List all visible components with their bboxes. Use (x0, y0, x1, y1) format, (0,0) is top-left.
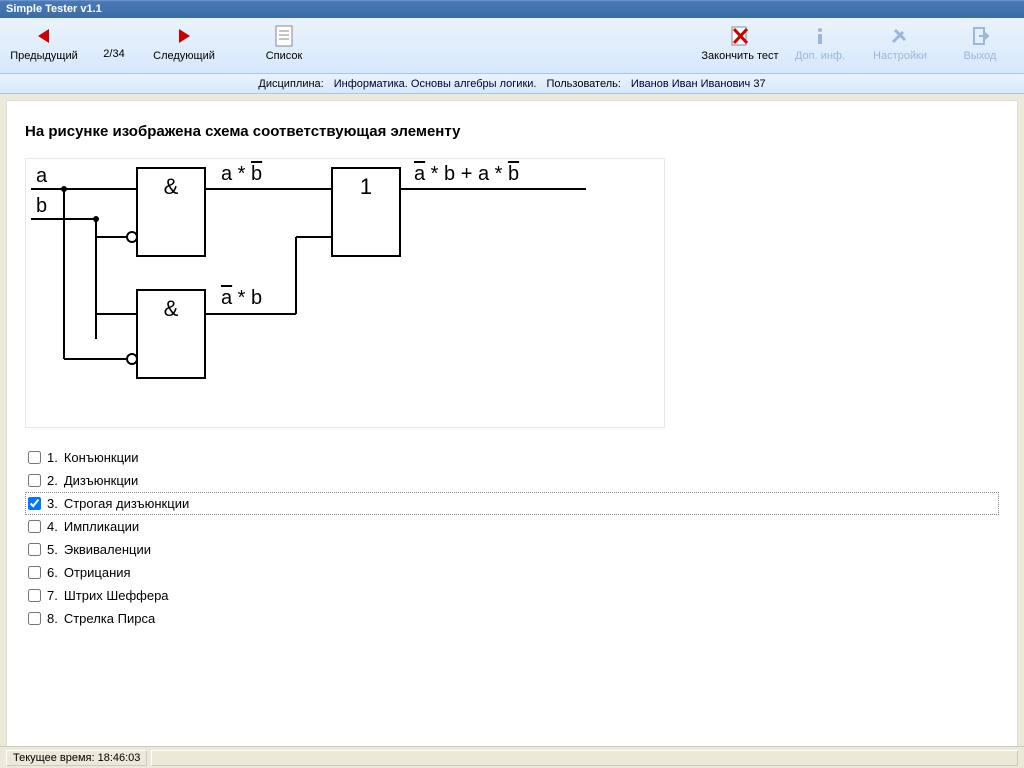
status-bar: Текущее время: 18:46:03 (0, 746, 1024, 768)
tools-icon (889, 24, 911, 48)
finish-button[interactable]: Закончить тест (700, 20, 780, 72)
answer-checkbox[interactable] (28, 566, 41, 579)
prev-label: Предыдущий (10, 50, 77, 62)
info-icon (810, 24, 830, 48)
discipline-label: Дисциплина: (258, 78, 323, 90)
answer-option-8[interactable]: 8. Стрелка Пирса (25, 607, 999, 630)
answer-checkbox[interactable] (28, 497, 41, 510)
answer-option-5[interactable]: 5. Эквиваленции (25, 538, 999, 561)
answer-option-3[interactable]: 3. Строгая дизъюнкции (25, 492, 999, 515)
answer-label: Импликации (64, 519, 139, 534)
next-label: Следующий (153, 50, 215, 62)
user-value: Иванов Иван Иванович 37 (631, 78, 766, 90)
info-button: Доп. инф. (780, 20, 860, 72)
answer-checkbox[interactable] (28, 474, 41, 487)
discipline-value: Информатика. Основы алгебры логики. (334, 78, 537, 90)
diagram-input-b: b (36, 195, 47, 218)
info-bar: Дисциплина: Информатика. Основы алгебры … (0, 74, 1024, 94)
arrow-right-icon (175, 24, 193, 48)
answer-number: 7. (47, 588, 58, 603)
answer-checkbox[interactable] (28, 589, 41, 602)
gate-or: 1 (331, 167, 401, 257)
exit-label: Выход (964, 50, 997, 62)
page-counter: 2/34 (84, 32, 144, 60)
answer-label: Строгая дизъюнкции (64, 496, 189, 511)
diagram-input-a: a (36, 165, 47, 188)
answer-option-2[interactable]: 2. Дизъюнкции (25, 469, 999, 492)
diagram-output: a * b + a * b (414, 163, 519, 186)
finish-label: Закончить тест (701, 50, 778, 62)
diagram-mid2: a * b (221, 287, 262, 310)
content-area: На рисунке изображена схема соответствую… (6, 100, 1018, 746)
prev-button[interactable]: Предыдущий (4, 20, 84, 72)
list-button[interactable]: Список (244, 20, 324, 72)
exit-icon (970, 24, 990, 48)
answers-list: 1. Конъюнкции 2. Дизъюнкции 3. Строгая дизъюн… (25, 446, 999, 630)
settings-button: Настройки (860, 20, 940, 72)
info-label: Доп. инф. (795, 50, 845, 62)
settings-label: Настройки (873, 50, 927, 62)
answer-label: Эквиваленции (64, 542, 151, 557)
gate-and-bottom: & (136, 289, 206, 379)
question-text: На рисунке изображена схема соответствую… (25, 123, 999, 140)
title-bar: Simple Tester v1.1 (0, 0, 1024, 18)
status-time: Текущее время: 18:46:03 (6, 750, 147, 766)
answer-option-1[interactable]: 1. Конъюнкции (25, 446, 999, 469)
arrow-left-icon (35, 24, 53, 48)
answer-checkbox[interactable] (28, 543, 41, 556)
list-icon (274, 24, 294, 48)
finish-icon (729, 24, 751, 48)
logic-diagram: a b & & 1 a * b a * b a * b + a * b (25, 158, 665, 428)
answer-option-6[interactable]: 6. Отрицания (25, 561, 999, 584)
answer-number: 4. (47, 519, 58, 534)
answer-checkbox[interactable] (28, 520, 41, 533)
answer-number: 2. (47, 473, 58, 488)
answer-option-4[interactable]: 4. Импликации (25, 515, 999, 538)
answer-number: 5. (47, 542, 58, 557)
answer-number: 8. (47, 611, 58, 626)
user-label: Пользователь: (546, 78, 620, 90)
next-button[interactable]: Следующий (144, 20, 224, 72)
list-label: Список (266, 50, 303, 62)
answer-label: Отрицания (64, 565, 131, 580)
exit-button: Выход (940, 20, 1020, 72)
answer-checkbox[interactable] (28, 612, 41, 625)
toolbar: Предыдущий 2/34 Следующий Список Закончи… (0, 18, 1024, 74)
diagram-mid1: a * b (221, 163, 262, 186)
gate-and-top: & (136, 167, 206, 257)
answer-label: Дизъюнкции (64, 473, 138, 488)
answer-label: Штрих Шеффера (64, 588, 169, 603)
answer-number: 1. (47, 450, 58, 465)
answer-label: Конъюнкции (64, 450, 139, 465)
answer-label: Стрелка Пирса (64, 611, 155, 626)
answer-number: 6. (47, 565, 58, 580)
status-fill (151, 750, 1018, 766)
answer-checkbox[interactable] (28, 451, 41, 464)
answer-number: 3. (47, 496, 58, 511)
app-title: Simple Tester v1.1 (6, 3, 102, 15)
answer-option-7[interactable]: 7. Штрих Шеффера (25, 584, 999, 607)
